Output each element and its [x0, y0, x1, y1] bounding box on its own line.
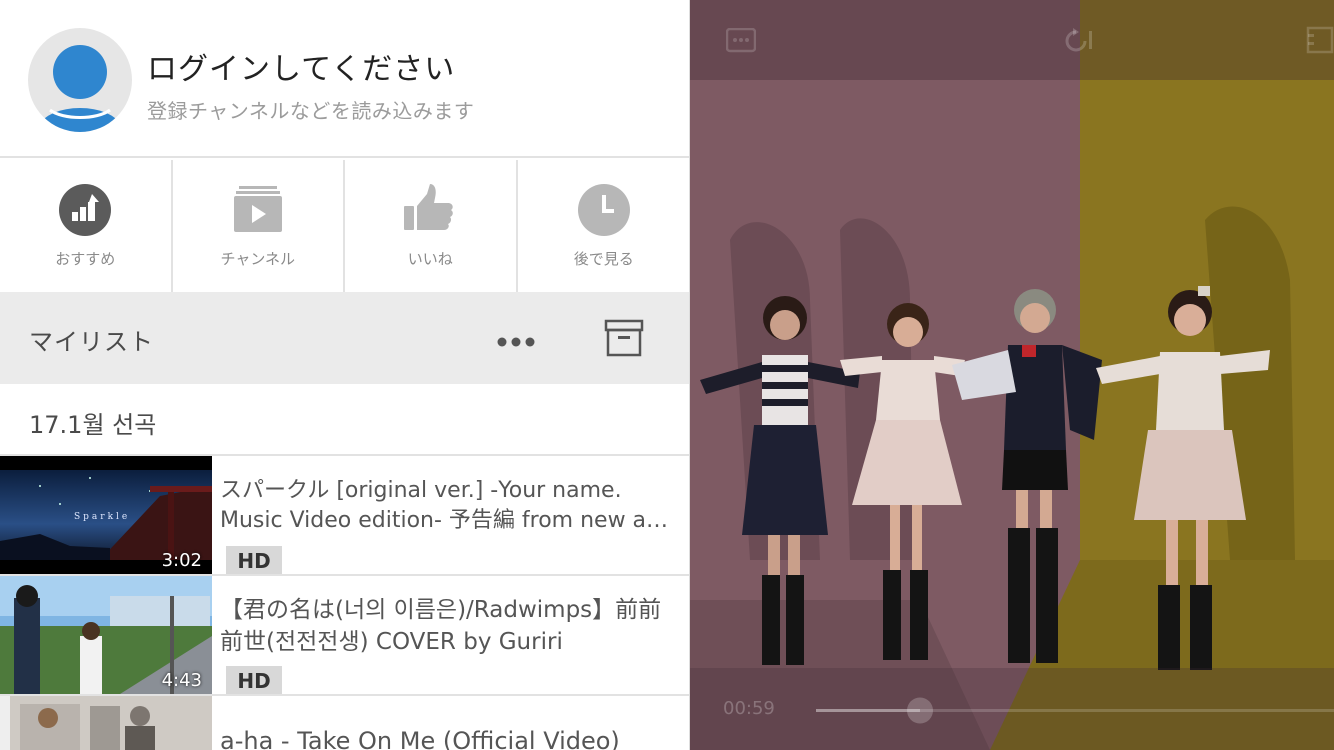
- quick-actions: おすすめ チャンネル いいね 後で見る: [0, 160, 690, 292]
- channel-icon: [233, 186, 282, 232]
- video-frame: [690, 0, 1334, 750]
- thumbnail-title-text: Sparkle: [74, 512, 130, 522]
- video-player[interactable]: 00:59: [690, 0, 1334, 750]
- video-list-item[interactable]: 4:43 【君の名は(너의 이름은)/Radwimps】前前 前世(전전전생) …: [0, 576, 689, 696]
- quick-channel-label: チャンネル: [220, 250, 296, 268]
- filmstrip-icon[interactable]: [1306, 26, 1334, 54]
- playlist-name-label: 17.1월 선곡: [29, 411, 157, 439]
- login-subtitle: 登録チャンネルなどを読み込みます: [147, 99, 475, 123]
- captions-icon[interactable]: [726, 28, 756, 54]
- quick-liked-label: いいね: [407, 250, 453, 268]
- side-menu: ログインしてください 登録チャンネルなどを読み込みます おすすめ チャンネル い…: [0, 0, 690, 750]
- video-title: スパークル [original ver.] -Your name. Music …: [220, 478, 669, 533]
- replay-icon[interactable]: [1056, 28, 1096, 54]
- clock-icon: [577, 184, 630, 236]
- seek-bar[interactable]: [816, 696, 1334, 726]
- mylist-header: マイリスト: [0, 292, 689, 384]
- video-duration: 4:43: [161, 670, 202, 691]
- playlist-item[interactable]: 17.1월 선곡: [0, 384, 689, 456]
- quick-watch-later-label: 後で見る: [573, 250, 634, 268]
- login-prompt[interactable]: ログインしてください 登録チャンネルなどを読み込みます: [0, 0, 689, 158]
- quick-recommended-label: おすすめ: [55, 250, 116, 268]
- video-list-item[interactable]: a-ha - Take On Me (Official Video): [0, 696, 689, 750]
- video-thumbnail: 4:43: [0, 576, 212, 694]
- video-list-item[interactable]: Sparkle 3:02 スパークル [original ver.] -Your…: [0, 456, 689, 576]
- video-duration: 3:02: [161, 550, 202, 571]
- avatar-icon: [28, 28, 132, 132]
- hd-badge: HD: [226, 546, 282, 574]
- playback-time: 00:59: [723, 698, 775, 719]
- quick-recommended-button[interactable]: おすすめ: [0, 160, 173, 292]
- video-title: a-ha - Take On Me (Official Video): [220, 727, 620, 750]
- quick-watch-later-button[interactable]: 後で見る: [518, 160, 690, 292]
- video-title: 【君の名は(너의 이름은)/Radwimps】前前 前世(전전전생) COVER…: [220, 597, 662, 655]
- mylist-title: マイリスト: [29, 328, 154, 356]
- hd-badge: HD: [226, 666, 282, 694]
- archive-icon[interactable]: [604, 319, 644, 357]
- seek-thumb[interactable]: [907, 697, 933, 724]
- more-options-icon[interactable]: [496, 334, 536, 350]
- video-thumbnail: [0, 696, 212, 750]
- chart-icon: [59, 184, 112, 236]
- video-thumbnail: Sparkle 3:02: [0, 456, 212, 574]
- login-title: ログインしてください: [147, 52, 456, 87]
- quick-liked-button[interactable]: いいね: [345, 160, 518, 292]
- quick-channel-button[interactable]: チャンネル: [173, 160, 345, 292]
- thumbs-up-icon: [404, 184, 454, 230]
